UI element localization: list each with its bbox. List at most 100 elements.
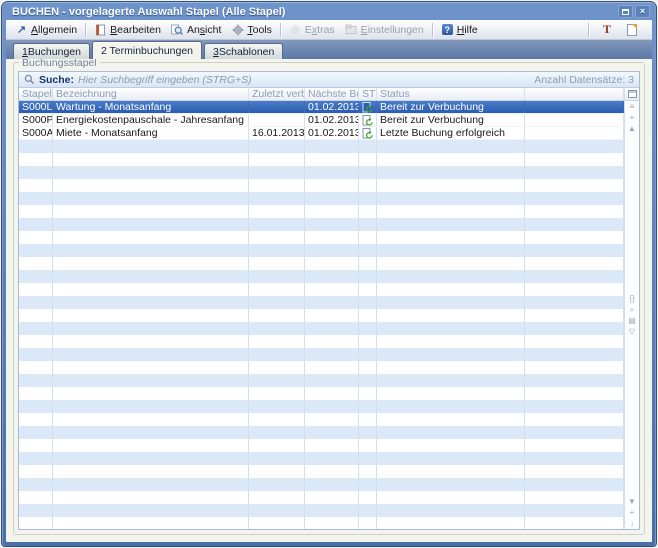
search-input[interactable]: Suche: Hier Suchbegriff eingeben (STRG+S… — [19, 72, 639, 88]
empty-row[interactable] — [19, 517, 624, 529]
empty-row[interactable] — [19, 387, 624, 400]
empty-row[interactable] — [19, 257, 624, 270]
empty-row[interactable] — [19, 374, 624, 387]
grid-search-icon[interactable]: ⌕ — [630, 304, 634, 315]
empty-row[interactable] — [19, 140, 624, 153]
restore-button[interactable] — [618, 5, 633, 18]
col-header-zuletzt_verbucht[interactable]: Zuletzt verbucht — [249, 88, 305, 100]
column-chooser-button[interactable] — [625, 88, 639, 101]
cell-naechste_buchung — [305, 413, 359, 426]
empty-row[interactable] — [19, 465, 624, 478]
cell-status — [377, 465, 525, 478]
empty-row[interactable] — [19, 491, 624, 504]
cell-filler — [525, 231, 624, 244]
summary-icon[interactable]: ▤ — [628, 315, 636, 326]
tab-2-terminbuchungen[interactable]: 2 Terminbuchungen — [92, 41, 202, 59]
menu-hilfe[interactable]: ?Hilfe — [436, 23, 483, 37]
cell-bezeichnung — [53, 504, 249, 517]
empty-row[interactable] — [19, 270, 624, 283]
tab-1-buchungen[interactable]: 1 Buchungen — [13, 43, 90, 59]
position2-icon[interactable]: + — [630, 507, 635, 518]
empty-row[interactable] — [19, 296, 624, 309]
empty-row[interactable] — [19, 335, 624, 348]
empty-row[interactable] — [19, 504, 624, 517]
record-count: Anzahl Datensätze: 3 — [534, 74, 634, 86]
cell-status — [377, 413, 525, 426]
empty-row[interactable] — [19, 361, 624, 374]
col-header-status[interactable]: Status — [377, 88, 525, 100]
cell-stapel — [19, 153, 53, 166]
col-header-filler[interactable] — [525, 88, 624, 100]
cell-naechste_buchung — [305, 166, 359, 179]
table-row[interactable]: S000PEnergiekostenpauschale - Jahresanfa… — [19, 114, 624, 127]
cell-naechste_buchung — [305, 491, 359, 504]
cell-bezeichnung: Wartung - Monatsanfang — [53, 101, 249, 113]
empty-row[interactable] — [19, 452, 624, 465]
cell-bezeichnung — [53, 491, 249, 504]
scroll-last-icon[interactable]: ↓ — [630, 518, 634, 529]
cell-status — [377, 361, 525, 374]
cell-st — [359, 270, 377, 283]
hammer-button[interactable]: T — [592, 21, 622, 38]
table-row[interactable]: S000LWartung - Monatsanfang01.02.2013 /F… — [19, 101, 624, 114]
empty-row[interactable] — [19, 218, 624, 231]
empty-row[interactable] — [19, 439, 624, 452]
cell-status — [377, 491, 525, 504]
col-header-stapel[interactable]: Stapel — [19, 88, 53, 100]
empty-row[interactable] — [19, 192, 624, 205]
scroll-down-icon[interactable]: ▼ — [628, 496, 636, 507]
empty-row[interactable] — [19, 413, 624, 426]
table-row[interactable]: S000AMiete - Monatsanfang16.01.2013 /Mi0… — [19, 127, 624, 140]
buchungsstapel-groupbox: Buchungsstapel Suche: Hier Suchbegriff e… — [13, 62, 645, 535]
cell-bezeichnung — [53, 478, 249, 491]
menu-allgemein[interactable]: ↗Allgemein — [10, 23, 82, 37]
col-header-naechste_buchung[interactable]: Nächste Buchun — [305, 88, 359, 100]
cell-filler — [525, 426, 624, 439]
tab-3-schablonen[interactable]: 3 Schablonen — [204, 43, 283, 59]
empty-row[interactable] — [19, 426, 624, 439]
filter-icon[interactable]: ▽ — [629, 326, 635, 337]
empty-row[interactable] — [19, 478, 624, 491]
cell-filler — [525, 309, 624, 322]
cell-status: Bereit zur Verbuchung — [377, 114, 525, 126]
scroll-up-icon[interactable]: ▲ — [628, 123, 636, 134]
cell-filler — [525, 374, 624, 387]
empty-row[interactable] — [19, 322, 624, 335]
col-header-bezeichnung[interactable]: Bezeichnung — [53, 88, 249, 100]
position-icon[interactable]: + — [630, 112, 635, 123]
search-label: Suche: — [39, 74, 74, 86]
cell-zuletzt_verbucht — [249, 439, 305, 452]
empty-row[interactable] — [19, 348, 624, 361]
cell-bezeichnung — [53, 192, 249, 205]
menu-tools[interactable]: Tools — [226, 23, 277, 37]
empty-row[interactable] — [19, 400, 624, 413]
cell-st — [359, 153, 377, 166]
cell-st — [359, 504, 377, 517]
cell-zuletzt_verbucht — [249, 166, 305, 179]
empty-row[interactable] — [19, 244, 624, 257]
cell-st — [359, 283, 377, 296]
menu-bearbeiten[interactable]: Bearbeiten — [89, 23, 166, 37]
booking-post-icon — [362, 115, 373, 126]
cell-stapel — [19, 244, 53, 257]
new-document-button[interactable] — [622, 23, 648, 37]
empty-row[interactable] — [19, 166, 624, 179]
brackets-icon[interactable]: {} — [629, 293, 634, 304]
cell-zuletzt_verbucht — [249, 504, 305, 517]
empty-row[interactable] — [19, 283, 624, 296]
cell-stapel — [19, 491, 53, 504]
empty-row[interactable] — [19, 231, 624, 244]
help-icon: ? — [441, 24, 454, 36]
empty-row[interactable] — [19, 153, 624, 166]
cell-status — [377, 192, 525, 205]
cell-bezeichnung — [53, 140, 249, 153]
empty-row[interactable] — [19, 179, 624, 192]
close-button[interactable]: × — [635, 5, 650, 18]
cell-naechste_buchung — [305, 231, 359, 244]
menu-ansicht[interactable]: Ansicht — [166, 23, 226, 37]
scroll-first-icon[interactable]: ≡ — [630, 101, 635, 112]
cell-bezeichnung — [53, 374, 249, 387]
col-header-st[interactable]: ST — [359, 88, 377, 100]
empty-row[interactable] — [19, 205, 624, 218]
empty-row[interactable] — [19, 309, 624, 322]
